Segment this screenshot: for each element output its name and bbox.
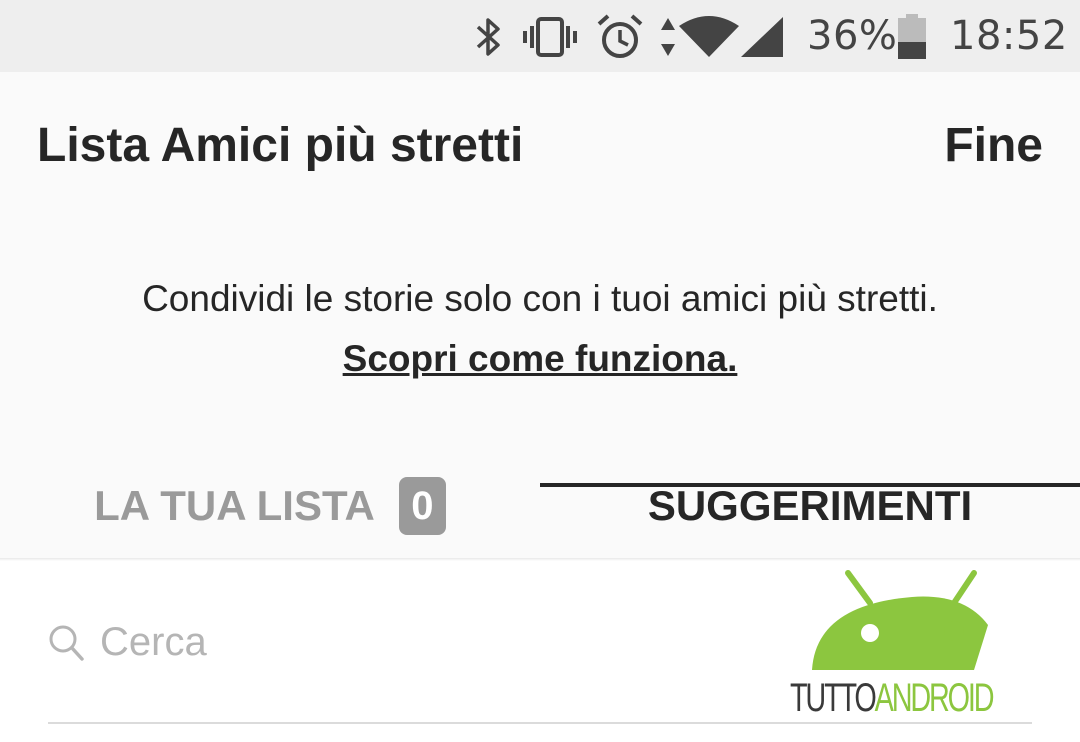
search-placeholder: Cerca — [100, 620, 207, 664]
vibrate-icon — [523, 17, 577, 57]
battery-percent: 36% — [807, 13, 898, 59]
data-arrows-icon — [661, 18, 675, 56]
description: Condividi le storie solo con i tuoi amic… — [80, 269, 1000, 389]
status-bar: 36% 18:52 — [0, 0, 1080, 72]
battery-icon — [898, 14, 926, 59]
signal-icon — [741, 17, 783, 57]
watermark-part1: TUTTO — [790, 676, 877, 720]
alarm-icon — [597, 14, 643, 58]
description-text: Condividi le storie solo con i tuoi amic… — [142, 278, 938, 319]
wifi-icon — [679, 16, 739, 57]
list-count-badge: 0 — [398, 477, 446, 535]
done-button[interactable]: Fine — [944, 118, 1043, 173]
tab-suggestions-label: SUGGERIMENTI — [647, 482, 973, 529]
watermark-part2: ANDROID — [874, 676, 995, 720]
tab-your-list-label: LA TUA LISTA — [94, 482, 375, 529]
clock: 18:52 — [950, 13, 1068, 59]
bluetooth-icon — [476, 18, 500, 56]
page-title: Lista Amici più stretti — [37, 119, 524, 172]
tab-suggestions[interactable]: SUGGERIMENTI — [540, 452, 1080, 560]
watermark-text: TUTTOANDROID — [790, 676, 995, 721]
header-divider — [0, 558, 1080, 561]
search-icon — [49, 625, 84, 661]
active-tab-indicator — [540, 483, 1080, 487]
tab-your-list[interactable]: LA TUA LISTA 0 — [0, 452, 540, 560]
learn-more-link[interactable]: Scopri come funziona. — [343, 338, 738, 379]
